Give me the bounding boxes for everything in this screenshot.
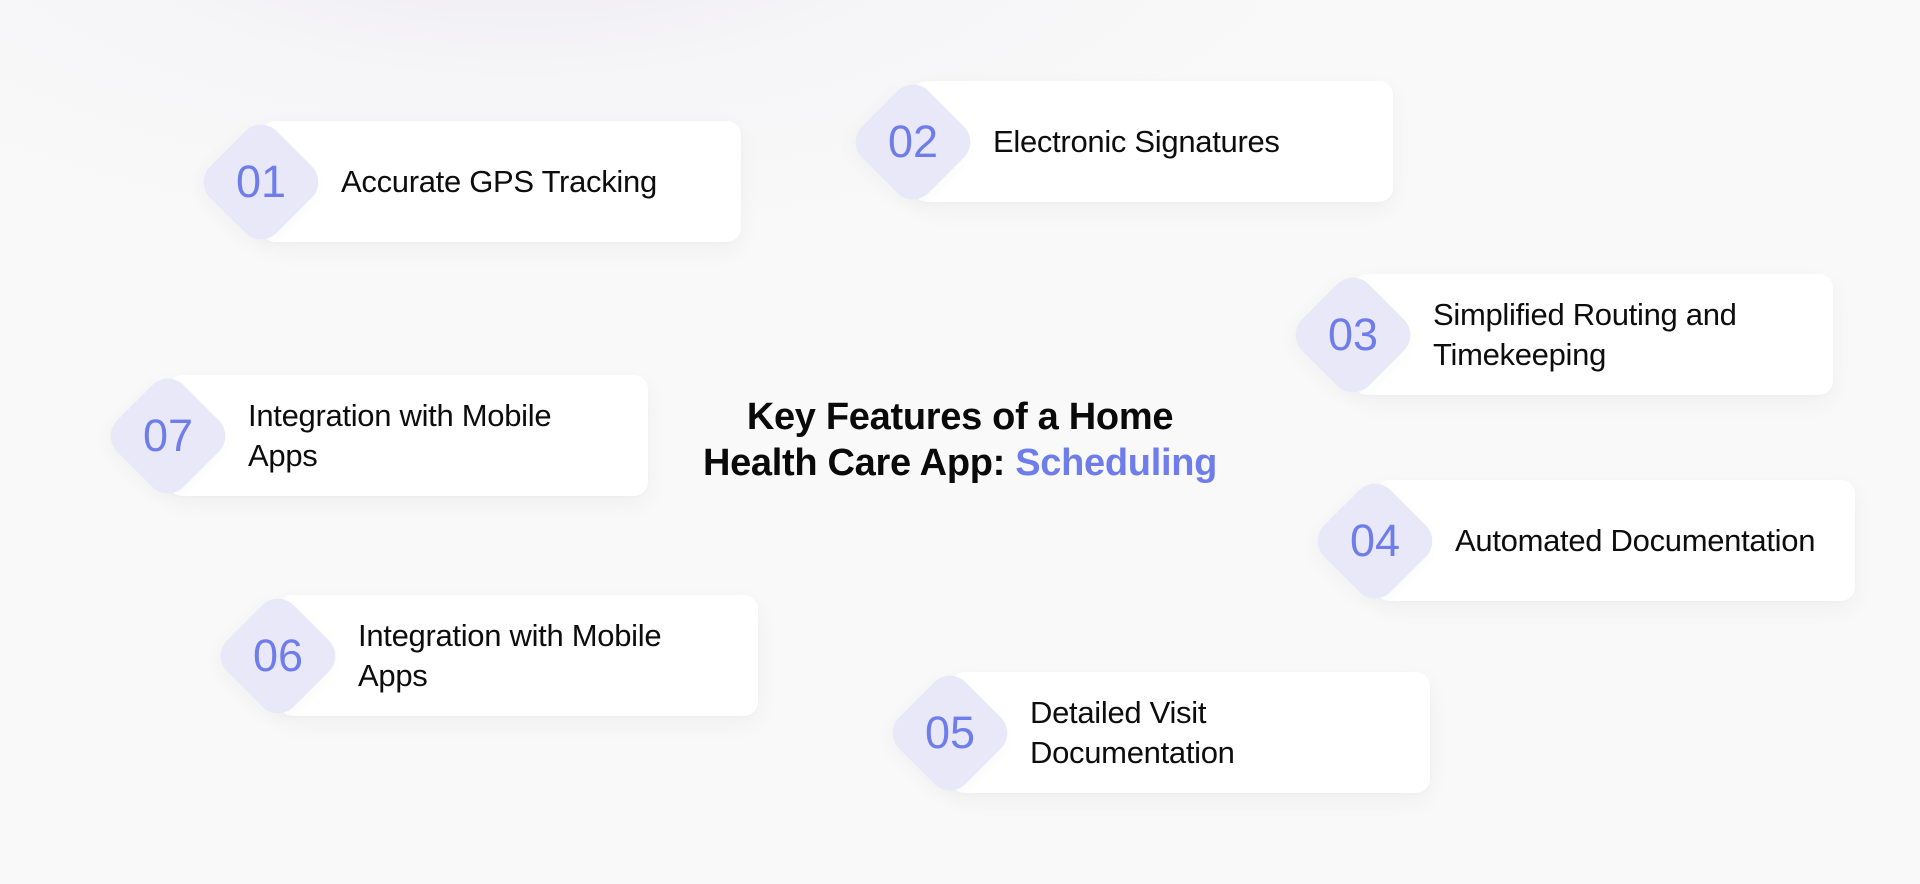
feature-number: 02 xyxy=(887,115,939,167)
feature-number: 03 xyxy=(1327,308,1379,360)
feature-label: Integration with Mobile Apps xyxy=(248,397,552,473)
feature-card-01: 01 Accurate GPS Tracking xyxy=(194,115,741,248)
feature-number: 07 xyxy=(142,409,194,461)
feature-card-07: 07 Integration with Mobile Apps xyxy=(101,369,648,502)
title-line-2-prefix: Health Care App: xyxy=(702,442,1016,484)
feature-label: Integration with Mobile Apps xyxy=(358,617,662,693)
feature-label: Accurate GPS Tracking xyxy=(341,163,657,199)
title-accent: Scheduling xyxy=(1015,442,1218,484)
feature-number: 06 xyxy=(252,629,304,681)
feature-number: 01 xyxy=(235,155,287,207)
feature-number: 05 xyxy=(924,706,976,758)
feature-card-02: 02 Electronic Signatures xyxy=(846,75,1393,208)
feature-card-03: 03 Simplified Routing and Timekeeping xyxy=(1286,268,1833,401)
title-line-2: Health Care App: Scheduling xyxy=(660,440,1260,486)
feature-label: Detailed Visit Documentation xyxy=(1030,694,1235,770)
feature-card-05: 05 Detailed Visit Documentation xyxy=(883,666,1430,799)
feature-label: Automated Documentation xyxy=(1455,522,1816,558)
feature-label: Electronic Signatures xyxy=(993,123,1280,159)
feature-number: 04 xyxy=(1349,514,1401,566)
feature-label: Simplified Routing and Timekeeping xyxy=(1433,296,1737,372)
feature-card-06: 06 Integration with Mobile Apps xyxy=(211,589,758,722)
feature-card-04: 04 Automated Documentation xyxy=(1308,474,1855,607)
diagram-title: Key Features of a Home Health Care App: … xyxy=(660,394,1260,486)
title-line-1: Key Features of a Home xyxy=(746,396,1174,438)
